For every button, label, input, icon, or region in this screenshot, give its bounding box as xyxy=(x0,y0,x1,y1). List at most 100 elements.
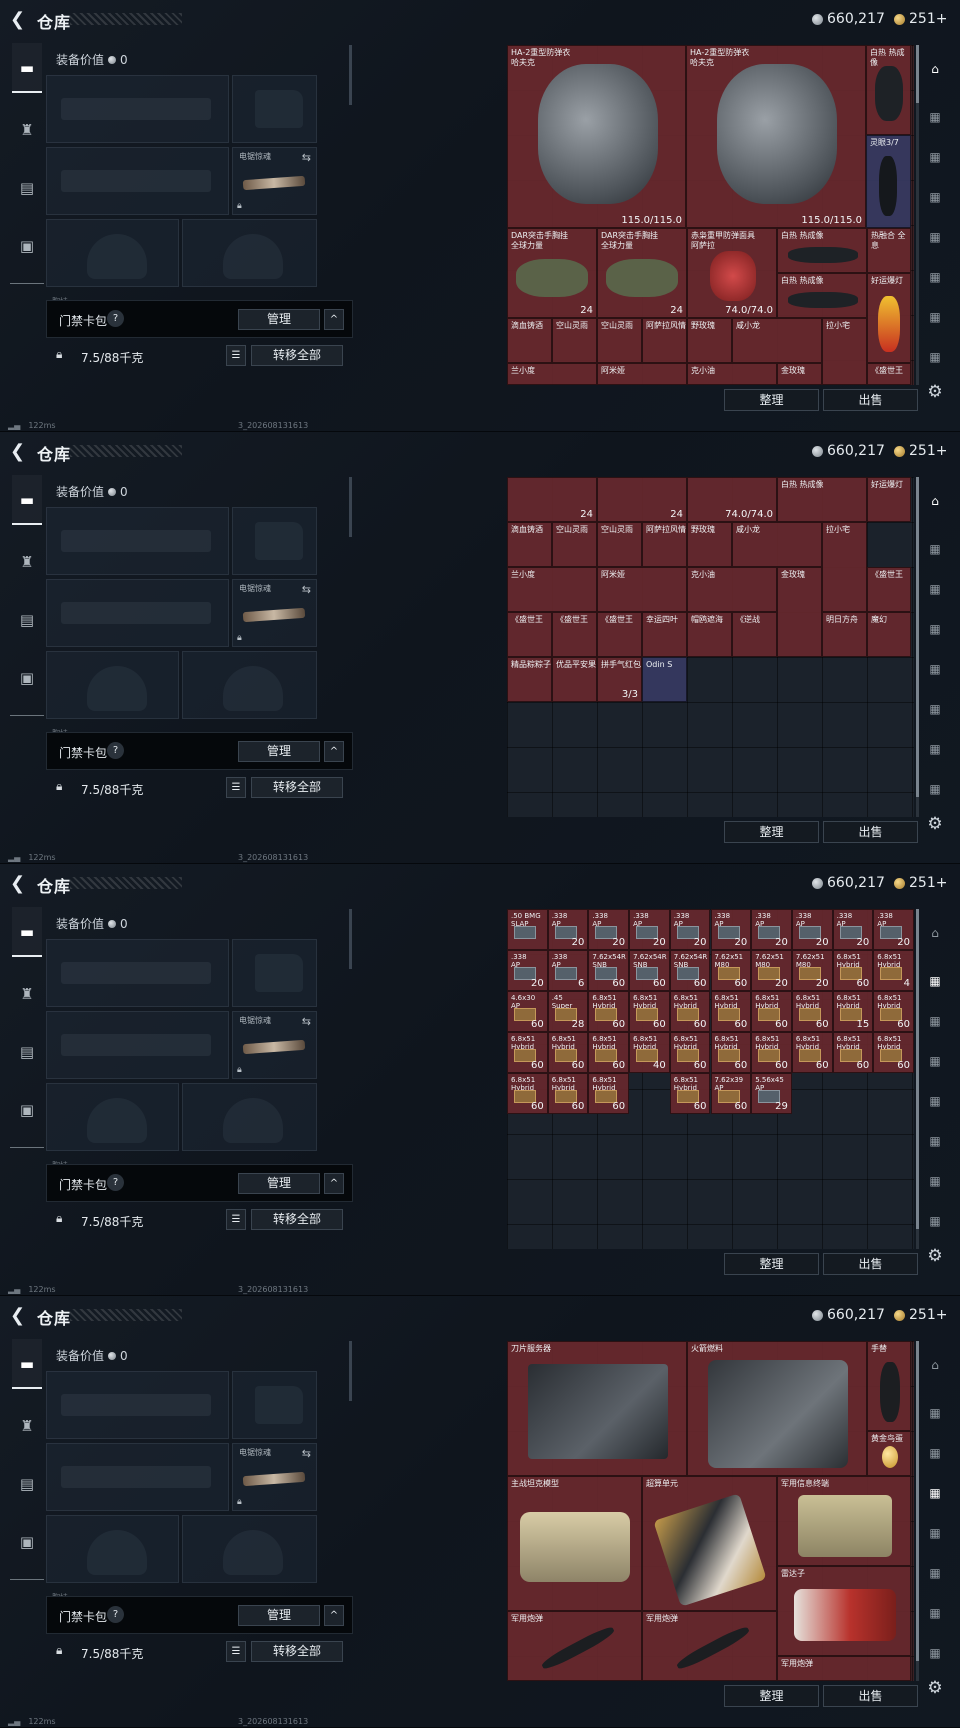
armor-slot[interactable] xyxy=(182,651,317,719)
vest-icon[interactable]: ▤ xyxy=(12,1027,42,1077)
item-collectible[interactable]: 野玫瑰 xyxy=(687,522,732,567)
item-collectible[interactable]: 金玫瑰 xyxy=(777,363,822,385)
help-icon[interactable]: ? xyxy=(107,742,124,759)
item-chest-rig[interactable]: 24 xyxy=(597,477,687,522)
stash-tab-icon[interactable]: ▦ xyxy=(925,1130,945,1152)
gear-icon[interactable]: ⚙ xyxy=(925,1246,945,1266)
item-blade-server[interactable]: 刀片服务器 xyxy=(507,1341,687,1476)
list-icon[interactable]: ☰ xyxy=(226,345,246,366)
stash-grid[interactable]: 刀片服务器 火箭燃料 手替 黄金鸟蛋 主战坦克模型 超算单元 军用信息终端 雷达… xyxy=(507,1341,914,1681)
item-collectible[interactable]: 拉小宅 xyxy=(822,522,867,612)
primary-weapon-slot[interactable] xyxy=(46,939,229,1007)
stash-tab-icon[interactable]: ▦ xyxy=(925,618,945,640)
gear-icon[interactable]: ⚙ xyxy=(925,814,945,834)
stash-tab-icon[interactable]: ⌂ xyxy=(925,490,945,512)
help-icon[interactable]: ? xyxy=(107,1174,124,1191)
stash-scrollbar[interactable] xyxy=(916,909,919,1249)
stash-tab-icon[interactable]: ▦ xyxy=(925,1442,945,1464)
stash-grid[interactable]: HA-2重型防弹衣 哈夫克 115.0/115.0 HA-2重型防弹衣 哈夫克 … xyxy=(507,45,914,385)
primary-weapon-slot[interactable] xyxy=(46,75,229,143)
stash-scrollbar[interactable] xyxy=(916,45,919,385)
equipment-scrollbar[interactable] xyxy=(349,1341,352,1401)
swap-icon[interactable]: ⇆ xyxy=(302,1015,311,1028)
ammo-item[interactable]: .338 AP 20 xyxy=(507,950,548,991)
gold-balance[interactable]: 251+ xyxy=(894,443,947,459)
ammo-item[interactable]: 6.8x51 Hybrid 15 xyxy=(832,991,874,1032)
stash-scrollbar[interactable] xyxy=(916,1341,919,1681)
scroll-thumb[interactable] xyxy=(916,1341,919,1661)
item-tank-model[interactable]: 主战坦克模型 xyxy=(507,1476,642,1611)
item-collectible[interactable]: 帽鸥遮海 xyxy=(687,612,732,657)
item-collectible[interactable]: 克小油 xyxy=(687,363,777,385)
item-collectible[interactable]: 阿米娅 xyxy=(597,567,687,612)
item-collectible[interactable]: 空山灵雨 xyxy=(552,522,597,567)
stash-tab-icon[interactable]: ▦ xyxy=(925,970,945,992)
ammo-item[interactable]: .338 AP 20 xyxy=(710,909,752,950)
manage-button[interactable]: 管理 xyxy=(238,1173,320,1194)
primary-weapon-slot[interactable] xyxy=(46,1371,229,1439)
swap-icon[interactable]: ⇆ xyxy=(302,1447,311,1460)
armor-slot[interactable] xyxy=(182,1515,317,1583)
chevron-up-icon[interactable]: ^ xyxy=(324,1605,344,1626)
item-collectible[interactable]: 金玫瑰 xyxy=(777,567,822,657)
stash-tab-icon[interactable]: ▦ xyxy=(925,1170,945,1192)
item-watch[interactable]: 手替 xyxy=(867,1341,911,1431)
item-collectible[interactable]: 明日方舟 xyxy=(822,612,867,657)
ammo-item[interactable]: 6.8x51 Hybrid 60 xyxy=(832,1032,874,1073)
stash-tab-icon[interactable]: ▦ xyxy=(925,1602,945,1624)
stash-tab-icon[interactable]: ▦ xyxy=(925,538,945,560)
item-collectible[interactable]: 野玫瑰 xyxy=(687,318,732,363)
ammo-item[interactable]: 6.8x51 Hybrid 60 xyxy=(669,1073,711,1114)
help-icon[interactable]: ? xyxy=(107,310,124,327)
item-armor-ha2[interactable]: HA-2重型防弹衣 哈夫克 115.0/115.0 xyxy=(507,45,686,228)
item-collectible[interactable]: 阿米娅 xyxy=(597,363,687,385)
item-collectible[interactable]: 滴血铸酒 xyxy=(507,318,552,363)
stash-tab-icon[interactable]: ▦ xyxy=(925,778,945,800)
item-mask[interactable]: 赤枭重甲防弹面具 阿萨拉 74.0/74.0 xyxy=(687,228,777,318)
ammo-item[interactable]: .338 AP 20 xyxy=(669,909,711,950)
chevron-up-icon[interactable]: ^ xyxy=(324,1173,344,1194)
item-collectible[interactable]: 拉小宅 xyxy=(822,318,867,385)
manage-button[interactable]: 管理 xyxy=(238,309,320,330)
stash-tab-icon[interactable]: ▦ xyxy=(925,1482,945,1504)
melee-slot[interactable]: 电锯惊魂 ⇆ 🔒︎ xyxy=(232,579,317,647)
helmet-slot[interactable] xyxy=(46,1515,179,1583)
back-arrow-icon[interactable]: ❮ xyxy=(10,441,30,463)
pistol-slot[interactable] xyxy=(232,507,317,575)
item-cannon-part[interactable]: 雷达子 xyxy=(777,1566,911,1656)
item-thermal-scope[interactable]: 白热 热成像 xyxy=(777,273,867,318)
item-chest-rig[interactable]: 24 xyxy=(507,477,597,522)
ammo-item[interactable]: 6.8x51 Hybrid 60 xyxy=(669,991,711,1032)
stash-tab-icon[interactable]: ▦ xyxy=(925,1010,945,1032)
scroll-thumb[interactable] xyxy=(916,45,919,103)
transfer-all-button[interactable]: 转移全部 xyxy=(251,777,343,798)
back-arrow-icon[interactable]: ❮ xyxy=(10,9,30,31)
ammo-item[interactable]: 7.62x51 M80 60 xyxy=(710,950,752,991)
ammo-item[interactable]: 6.8x51 Hybrid 60 xyxy=(588,1073,630,1114)
equipment-scrollbar[interactable] xyxy=(349,477,352,537)
rifle-icon[interactable]: ▬ xyxy=(12,475,42,525)
item-thermal-scope[interactable]: 白热 热成像 xyxy=(866,45,911,135)
item-shell[interactable]: 军用炮弹 xyxy=(642,1611,777,1681)
pistol-slot[interactable] xyxy=(232,75,317,143)
item-lucky-lamp[interactable]: 好运爆灯 xyxy=(867,273,911,363)
chevron-up-icon[interactable]: ^ xyxy=(324,741,344,762)
manage-button[interactable]: 管理 xyxy=(238,1605,320,1626)
helmet-slot[interactable] xyxy=(46,1083,179,1151)
item-lucky-lamp[interactable]: 好运爆灯 xyxy=(867,477,911,522)
item-scope[interactable]: Odin S xyxy=(642,657,687,702)
gold-balance[interactable]: 251+ xyxy=(894,1307,947,1323)
ammo-item[interactable]: .338 AP 20 xyxy=(547,909,589,950)
briefcase-icon[interactable]: ▣ xyxy=(12,1085,42,1135)
stash-tab-icon[interactable]: ▦ xyxy=(925,226,945,248)
ammo-item[interactable]: 6.8x51 Hybrid 60 xyxy=(669,1032,711,1073)
stash-tab-icon[interactable]: ▦ xyxy=(925,738,945,760)
ammo-item[interactable]: .50 BMG SLAP xyxy=(507,909,548,950)
tidy-button[interactable]: 整理 xyxy=(724,1253,819,1275)
ammo-item[interactable]: 6.8x51 Hybrid 60 xyxy=(832,950,874,991)
item-collectible[interactable]: 咸小龙 xyxy=(732,318,822,363)
item-collectible[interactable]: 空山灵雨 xyxy=(597,318,642,363)
item-chest-rig[interactable]: DAR突击手胸挂 全球力量 24 xyxy=(507,228,597,318)
swap-icon[interactable]: ⇆ xyxy=(302,151,311,164)
transfer-all-button[interactable]: 转移全部 xyxy=(251,1641,343,1662)
